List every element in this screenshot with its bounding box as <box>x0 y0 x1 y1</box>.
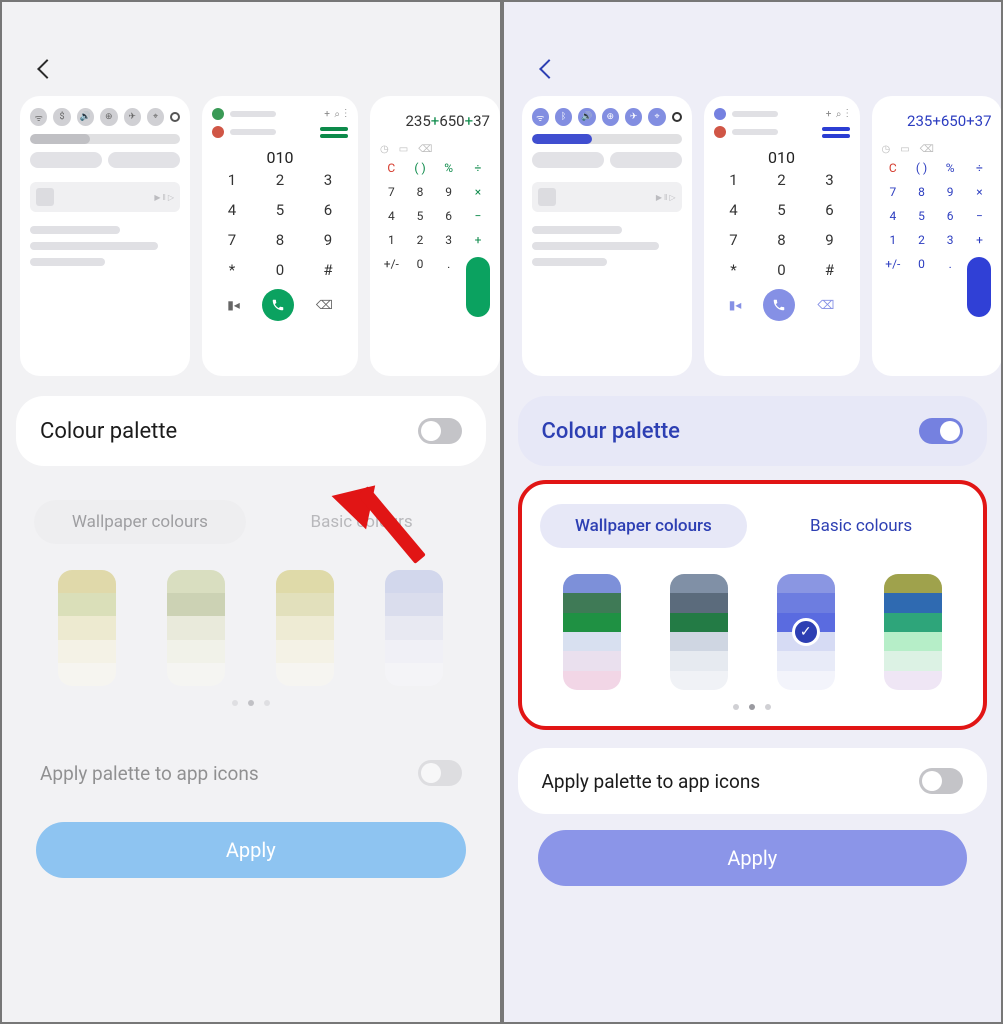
palette-swatch[interactable] <box>884 574 942 690</box>
apply-icons-label: Apply palette to app icons <box>542 770 761 793</box>
preview-calculator: 235+650+37 ◷▭⌫ C( )%÷ 789× 456− 123+ +/-… <box>872 96 1002 376</box>
tab-basic-colours[interactable]: Basic colours <box>757 504 965 548</box>
preview-dialler: + ⌕ ⋮ 010 123 456 789 *0# ▮◂ ⌫ <box>202 96 358 376</box>
backspace-icon: ⌫ <box>316 298 333 312</box>
palette-swatch[interactable] <box>58 570 116 686</box>
colour-source-tabs: Wallpaper colours Basic colours <box>540 504 966 548</box>
palette-swatch-row <box>40 570 462 686</box>
check-icon: ✓ <box>792 618 820 646</box>
palette-swatch[interactable] <box>276 570 334 686</box>
apply-icons-toggle[interactable] <box>919 768 963 794</box>
gear-icon <box>170 112 180 122</box>
calc-expression: 235+650+37 <box>380 112 490 130</box>
palette-swatch[interactable] <box>167 570 225 686</box>
apply-icons-panel: Apply palette to app icons <box>518 748 988 814</box>
preview-calculator: 235+650+37 ◷▭⌫ C( )%÷ 789× 456− 123+ +/-… <box>370 96 500 376</box>
theme-preview-row: ᯤᛒ🔊⊕✈⌖ ▶ ‖ ▷ + ⌕ ⋮ 010 123 456 789 *0# ▮… <box>504 96 1002 376</box>
keypad: 123 456 789 *0# <box>714 171 850 279</box>
palette-swatch[interactable] <box>670 574 728 690</box>
pager-dots <box>34 700 468 706</box>
colour-palette-panel: Colour palette <box>16 396 486 466</box>
keypad: 123 456 789 *0# <box>212 171 348 279</box>
backspace-icon: ⌫ <box>817 298 834 312</box>
colour-palette-panel: Colour palette <box>518 396 988 466</box>
colour-selection-section: Wallpaper colours Basic colours <box>16 480 486 722</box>
call-button <box>763 289 795 321</box>
video-call-icon: ▮◂ <box>729 298 742 312</box>
dialler-display: 010 <box>212 148 348 167</box>
colour-palette-toggle[interactable] <box>919 418 963 444</box>
video-call-icon: ▮◂ <box>227 298 240 312</box>
back-icon[interactable] <box>539 59 559 79</box>
dialler-display: 010 <box>714 148 850 167</box>
back-icon[interactable] <box>37 59 57 79</box>
palette-swatch[interactable] <box>563 574 621 690</box>
preview-quicksettings: ᯤ$🔊⊕✈⌖ ▶ ‖ ▷ <box>20 96 190 376</box>
palette-swatch[interactable] <box>385 570 443 686</box>
palette-swatch-row: ✓ <box>546 574 960 690</box>
theme-preview-row: ᯤ$🔊⊕✈⌖ ▶ ‖ ▷ + ⌕ ⋮ 010 123 456 789 *0# ▮… <box>2 96 500 376</box>
calc-expression: 235+650+37 <box>882 112 992 130</box>
colour-selection-section: Wallpaper colours Basic colours ✓ <box>518 480 988 730</box>
apply-icons-label: Apply palette to app icons <box>40 762 259 785</box>
apply-button[interactable]: Apply <box>538 830 968 886</box>
palette-swatch[interactable]: ✓ <box>777 574 835 690</box>
screen-on-state: ᯤᛒ🔊⊕✈⌖ ▶ ‖ ▷ + ⌕ ⋮ 010 123 456 789 *0# ▮… <box>502 0 1003 1024</box>
colour-palette-title: Colour palette <box>40 419 177 444</box>
screen-off-state: ᯤ$🔊⊕✈⌖ ▶ ‖ ▷ + ⌕ ⋮ 010 123 456 789 *0# ▮… <box>0 0 502 1024</box>
tab-wallpaper-colours[interactable]: Wallpaper colours <box>34 500 246 544</box>
tab-basic-colours[interactable]: Basic colours <box>256 500 468 544</box>
tab-wallpaper-colours[interactable]: Wallpaper colours <box>540 504 748 548</box>
apply-icons-toggle[interactable] <box>418 760 462 786</box>
preview-quicksettings: ᯤᛒ🔊⊕✈⌖ ▶ ‖ ▷ <box>522 96 692 376</box>
preview-dialler: + ⌕ ⋮ 010 123 456 789 *0# ▮◂ ⌫ <box>704 96 860 376</box>
apply-button[interactable]: Apply <box>36 822 466 878</box>
call-button <box>262 289 294 321</box>
colour-palette-toggle[interactable] <box>418 418 462 444</box>
colour-palette-title: Colour palette <box>542 419 680 444</box>
colour-source-tabs: Wallpaper colours Basic colours <box>34 500 468 544</box>
apply-icons-panel: Apply palette to app icons <box>16 740 486 806</box>
pager-dots <box>540 704 966 710</box>
gear-icon <box>672 112 682 122</box>
